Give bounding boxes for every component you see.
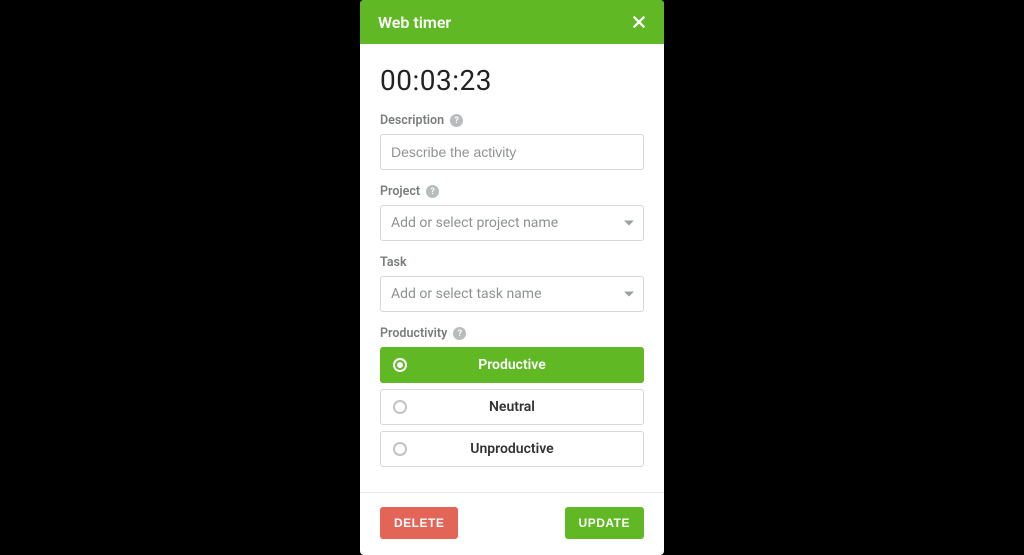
project-select-placeholder: Add or select project name <box>391 215 558 231</box>
project-select[interactable]: Add or select project name <box>380 205 644 241</box>
delete-button[interactable]: DELETE <box>380 507 458 539</box>
task-label-row: Task <box>380 255 644 270</box>
project-label: Project <box>380 184 420 199</box>
productivity-option-neutral[interactable]: Neutral <box>380 389 644 425</box>
web-timer-panel: Web timer 00:03:23 Description ? Project… <box>360 0 664 555</box>
description-label-row: Description ? <box>380 113 644 128</box>
productivity-option-label: Neutral <box>393 399 631 415</box>
panel-footer: DELETE UPDATE <box>360 492 664 555</box>
chevron-down-icon <box>624 221 634 226</box>
close-icon[interactable] <box>630 13 648 31</box>
productivity-label-row: Productivity ? <box>380 326 644 341</box>
help-icon[interactable]: ? <box>426 185 439 198</box>
task-group: Task Add or select task name <box>380 255 644 312</box>
task-label: Task <box>380 255 407 270</box>
chevron-down-icon <box>624 292 634 297</box>
panel-body: 00:03:23 Description ? Project ? Add or … <box>360 44 664 492</box>
productivity-options: Productive Neutral Unproductive <box>380 347 644 467</box>
description-input[interactable] <box>380 134 644 170</box>
productivity-group: Productivity ? Productive Neutral Unprod… <box>380 326 644 467</box>
productivity-option-unproductive[interactable]: Unproductive <box>380 431 644 467</box>
panel-title: Web timer <box>378 13 451 32</box>
productivity-label: Productivity <box>380 326 447 341</box>
productivity-option-productive[interactable]: Productive <box>380 347 644 383</box>
help-icon[interactable]: ? <box>450 114 463 127</box>
project-group: Project ? Add or select project name <box>380 184 644 241</box>
timer-display: 00:03:23 <box>380 64 644 97</box>
task-select-placeholder: Add or select task name <box>391 286 542 302</box>
productivity-option-label: Productive <box>393 357 631 373</box>
description-group: Description ? <box>380 113 644 170</box>
project-label-row: Project ? <box>380 184 644 199</box>
productivity-option-label: Unproductive <box>393 441 631 457</box>
panel-header: Web timer <box>360 0 664 44</box>
update-button[interactable]: UPDATE <box>565 507 644 539</box>
description-label: Description <box>380 113 444 128</box>
help-icon[interactable]: ? <box>453 327 466 340</box>
task-select[interactable]: Add or select task name <box>380 276 644 312</box>
